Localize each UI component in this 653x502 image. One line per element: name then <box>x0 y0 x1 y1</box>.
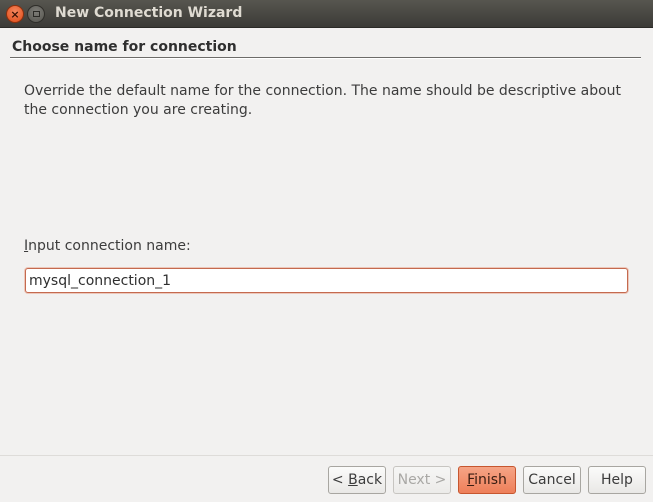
next-button[interactable]: Next > <box>393 466 451 494</box>
back-button[interactable]: < Back <box>328 466 386 494</box>
step-title: Choose name for connection <box>12 39 237 55</box>
window-title: New Connection Wizard <box>55 5 243 21</box>
close-icon[interactable]: × <box>6 5 24 23</box>
help-button[interactable]: Help <box>588 466 646 494</box>
finish-button[interactable]: Finish <box>458 466 516 494</box>
maximize-icon[interactable] <box>27 5 45 23</box>
footer-divider <box>0 455 653 456</box>
connection-name-label: Input connection name: <box>24 238 191 254</box>
connection-name-input[interactable] <box>25 268 628 293</box>
step-description: Override the default name for the connec… <box>24 83 622 118</box>
title-bar[interactable]: × New Connection Wizard <box>0 0 653 28</box>
wizard-window: × New Connection Wizard Choose name for … <box>0 0 653 502</box>
cancel-button[interactable]: Cancel <box>523 466 581 494</box>
